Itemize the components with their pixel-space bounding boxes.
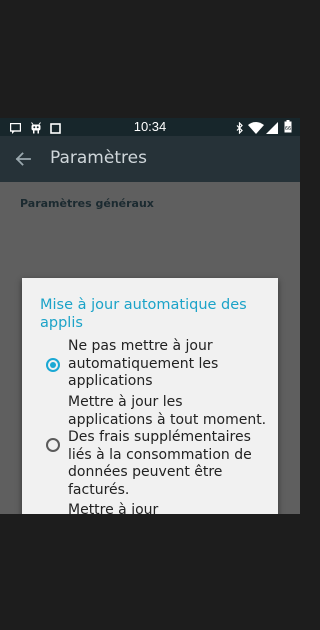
- auto-update-dialog: Mise à jour automatique des applis Ne pa…: [22, 278, 278, 514]
- dialog-title: Mise à jour automatique des applis: [40, 297, 247, 331]
- radio-button[interactable]: [46, 438, 60, 452]
- option-no-auto-update[interactable]: Ne pas mettre à jour automatiquement les…: [22, 338, 278, 392]
- option-update-wifi-only[interactable]: Mettre à jour automatiquement les applic…: [22, 502, 278, 514]
- status-bar: 10:34 66: [0, 118, 300, 136]
- option-label: Mettre à jour les applications à tout mo…: [68, 394, 267, 498]
- option-label: Ne pas mettre à jour automatiquement les…: [68, 338, 219, 389]
- bottom-letterbox: [0, 514, 300, 630]
- phone-screen: 10:34 66 Paramètres Paramètres généraux …: [0, 118, 300, 514]
- radio-button-selected[interactable]: [46, 358, 60, 372]
- page-title: Paramètres: [50, 148, 147, 168]
- settings-content: Paramètres généraux Mise à jour automati…: [0, 182, 300, 514]
- app-bar: Paramètres: [0, 136, 300, 182]
- option-label: Mettre à jour automatiquement les applic…: [68, 502, 159, 514]
- arrow-back-icon[interactable]: [14, 150, 32, 168]
- svg-text:66: 66: [285, 126, 291, 132]
- top-letterbox: [0, 0, 300, 118]
- option-update-anytime[interactable]: Mettre à jour les applications à tout mo…: [22, 394, 278, 500]
- section-header-general: Paramètres généraux: [20, 197, 154, 210]
